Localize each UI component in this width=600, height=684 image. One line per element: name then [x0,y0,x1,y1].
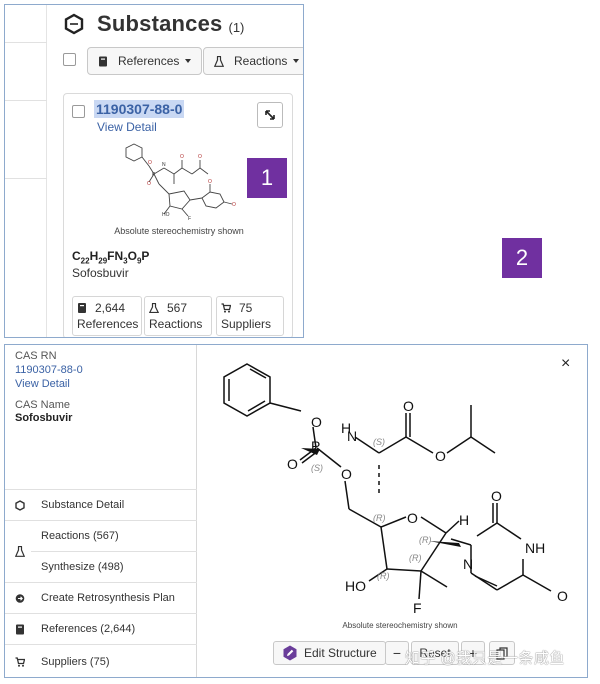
chevron-down-icon [185,59,192,63]
stereo-note: Absolute stereochemistry shown [114,226,244,236]
cas-name-label: CAS Name [15,399,71,411]
atom-P: P [311,438,320,454]
structure-thumbnail: OOO O OO NPHOF [125,143,236,222]
svg-text:O: O [208,179,212,185]
edit-structure-label: Edit Structure [304,646,377,660]
sidebar-item-label: Create Retrosynthesis Plan [41,592,175,604]
book-icon [16,624,24,634]
stereo-label: (S) [373,437,385,447]
atom-F: F [413,600,422,616]
result-count: (1) [228,19,245,35]
watermark: 知乎 @我只是一条咸鱼 [405,650,565,667]
sidebar-item-reactions[interactable]: Reactions (567) [31,520,197,551]
atom-O: O [287,456,298,472]
substance-detail-panel: CAS RN 1190307-88-0 View Detail CAS Name… [4,344,588,678]
edit-icon [283,645,297,661]
sidebar-item-references[interactable]: References (2,644) [5,613,197,644]
hexagon-icon [15,499,25,511]
left-filter-column [5,5,47,337]
svg-text:F: F [188,216,191,222]
atom-H: H [341,420,351,436]
detail-sidebar: CAS RN 1190307-88-0 View Detail CAS Name… [5,345,197,677]
references-count: 2,644 [95,301,126,315]
stereo-label: (R) [373,513,386,523]
cas-rn-label: CAS RN [15,350,57,362]
reactions-stat-label: Reactions [149,317,203,331]
svg-text:N: N [162,162,166,168]
svg-text:O: O [180,154,184,160]
flask-icon [15,546,25,557]
atom-O: O [407,510,418,526]
svg-text:HO: HO [162,212,170,218]
sidebar-item-label: Substance Detail [41,499,125,511]
callout-badge-1: 1 [247,158,287,198]
sidebar-item-retrosynthesis[interactable]: Create Retrosynthesis Plan [5,582,197,613]
expand-icon [265,110,275,120]
chevron-down-icon [293,59,300,63]
substances-header: Substances (1) [63,11,244,37]
callout-badge-2: 2 [502,238,542,278]
references-stat-label: References [77,317,139,331]
stereo-label: (R) [419,535,432,545]
atom-HO: HO [345,578,366,594]
cart-icon [221,303,231,313]
suppliers-count: 75 [239,301,253,315]
sidebar-item-label: References (2,644) [41,623,136,635]
svg-text:O: O [232,202,236,208]
substance-select-checkbox[interactable] [72,105,85,118]
stereo-label: (R) [409,553,422,563]
stereo-label: (R) [377,571,390,581]
references-dropdown-label: References [118,54,180,68]
atom-H: H [459,512,469,528]
sidebar-item-suppliers[interactable]: Suppliers (75) [5,644,197,677]
structure-viewer[interactable]: O O P O N H O O O H HO F N O NH O (S) (S… [201,345,588,621]
atom-O: O [557,588,568,604]
flask-icon [214,55,224,67]
expand-button[interactable] [257,102,283,128]
view-detail-link[interactable]: View Detail [15,378,70,390]
sidebar-item-label: Suppliers (75) [41,656,110,668]
svg-text:O: O [198,154,202,160]
cas-rn-value[interactable]: 1190307-88-0 [15,364,83,376]
cas-rn-link[interactable]: 1190307-88-0 [94,100,185,118]
reactions-dropdown-button[interactable]: Reactions [203,47,303,75]
retrosynthesis-icon [15,593,25,603]
flask-icon [149,303,159,313]
atom-O: O [435,448,446,464]
references-stat[interactable]: 2,644 References [72,296,142,336]
atom-NH: NH [525,540,545,556]
atom-N: N [463,556,473,572]
substance-name: Sofosbuvir [72,266,129,280]
view-detail-link[interactable]: View Detail [97,120,157,134]
sidebar-item-label: Reactions (567) [41,529,119,542]
svg-text:O: O [147,181,151,187]
substance-card: 1190307-88-0 View Detail O O O O O O N P… [63,93,293,337]
stereo-note: Absolute stereochemistry shown [342,621,458,630]
reactions-count: 567 [167,301,188,315]
atom-O: O [491,488,502,504]
atom-O: O [341,466,352,482]
svg-text:O: O [148,160,152,166]
reactions-stat[interactable]: 567 Reactions [144,296,212,336]
book-icon [78,303,86,313]
book-icon [99,56,107,66]
cart-icon [15,656,25,667]
stereo-label: (S) [311,463,323,473]
atom-O: O [311,414,322,430]
edit-structure-button[interactable]: Edit Structure [273,641,386,665]
cas-name-value: Sofosbuvir [15,412,73,424]
sidebar-item-synthesize[interactable]: Synthesize (498) [31,551,197,582]
select-all-checkbox[interactable] [63,53,76,66]
page-title: Substances [97,11,223,36]
sidebar-item-label: Synthesize (498) [41,561,124,573]
references-dropdown-button[interactable]: References [87,47,203,75]
hexagon-icon [64,13,84,35]
suppliers-stat-label: Suppliers [221,317,272,331]
reactions-dropdown-label: Reactions [234,54,288,68]
sidebar-item-substance-detail[interactable]: Substance Detail [5,489,197,520]
molecular-formula: C22H29FN3O9P [72,249,150,266]
atom-O: O [403,398,414,414]
suppliers-stat[interactable]: 75 Suppliers [216,296,284,336]
